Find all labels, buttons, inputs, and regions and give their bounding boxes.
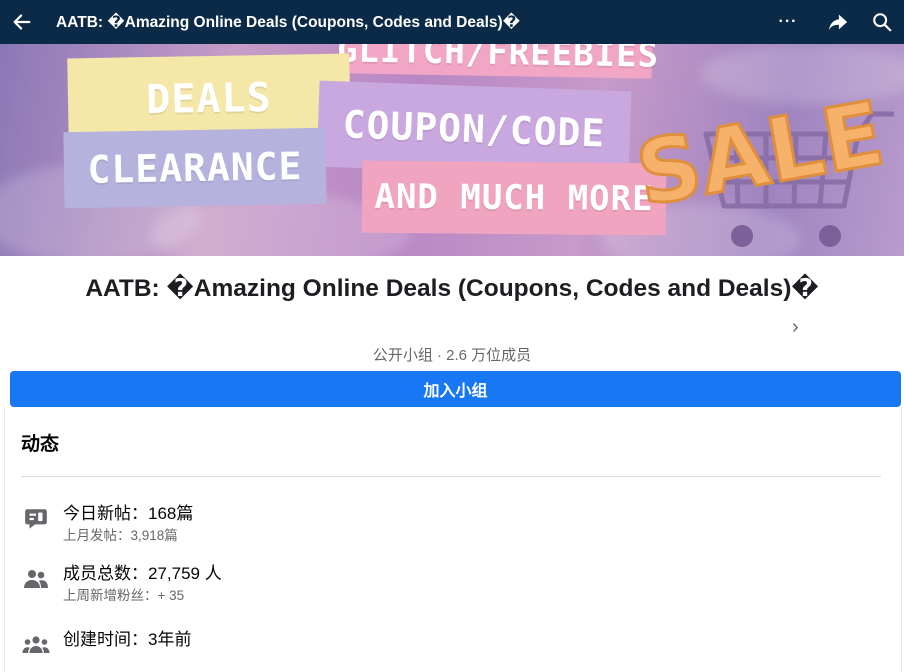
more-options-button[interactable]: ··· bbox=[766, 0, 810, 44]
cover-text-glitch: GLITCH/FREEBIES bbox=[337, 44, 659, 79]
share-button[interactable] bbox=[816, 0, 860, 44]
activity-title: 动态 bbox=[21, 434, 60, 455]
activity-card: 动态 今日新帖：168篇 上月发帖：3,918篇 成员总数：27,759 人 上… bbox=[4, 407, 902, 672]
chevron-right-icon[interactable]: › bbox=[792, 316, 799, 339]
created-time: 创建时间：3年前 bbox=[63, 630, 192, 649]
sale-text: SALE bbox=[632, 81, 891, 225]
group-name[interactable]: AATB: �Amazing Online Deals (Coupons, Co… bbox=[80, 272, 824, 306]
new-followers-last-week: 上周新增粉丝：+ 35 bbox=[63, 588, 185, 603]
search-button[interactable] bbox=[860, 0, 904, 44]
share-arrow-icon bbox=[828, 14, 848, 31]
group-cover-photo[interactable]: GLITCH/FREEBIES DEALS COUPON/CODE CLEARA… bbox=[0, 44, 904, 256]
page-title: AATB: �Amazing Online Deals (Coupons, Co… bbox=[56, 13, 520, 31]
sale-cart-graphic: SALE bbox=[632, 80, 894, 247]
stat-row-created: 创建时间：3年前 bbox=[21, 629, 191, 660]
cover-text-more: AND MUCH MORE bbox=[361, 160, 667, 236]
top-bar: AATB: �Amazing Online Deals (Coupons, Co… bbox=[0, 0, 904, 44]
join-group-button[interactable]: 加入小组 bbox=[10, 371, 901, 407]
posts-last-month: 上月发帖：3,918篇 bbox=[63, 528, 178, 543]
back-button[interactable] bbox=[0, 0, 44, 44]
group-meta: 公开小组 · 2.6 万位成员 bbox=[372, 347, 532, 364]
chat-bubble-icon bbox=[21, 504, 51, 534]
group-icon bbox=[21, 630, 51, 660]
divider bbox=[21, 476, 881, 477]
search-icon bbox=[873, 13, 892, 32]
cover-text-clearance: CLEARANCE bbox=[63, 127, 327, 209]
stat-row-members: 成员总数：27,759 人 上周新增粉丝：+ 35 bbox=[21, 563, 222, 605]
stat-row-posts: 今日新帖：168篇 上月发帖：3,918篇 bbox=[21, 503, 193, 545]
posts-today: 今日新帖：168篇 bbox=[63, 504, 194, 523]
people-icon bbox=[21, 564, 51, 594]
total-members: 成员总数：27,759 人 bbox=[63, 564, 222, 583]
back-arrow-icon bbox=[13, 14, 31, 30]
